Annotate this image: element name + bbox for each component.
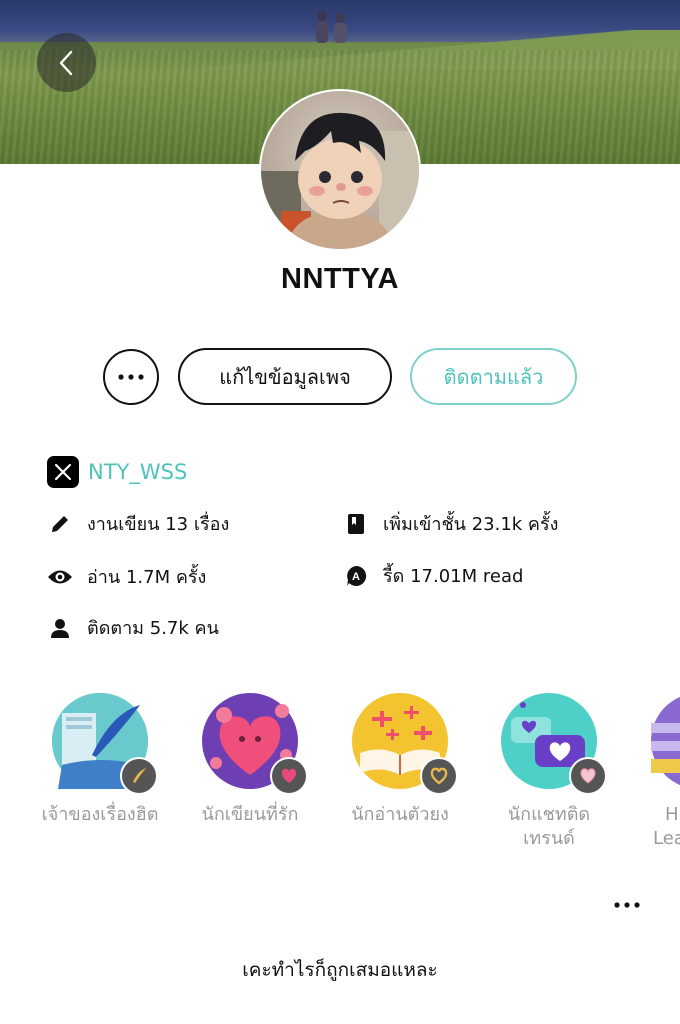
- badge-avid-reader[interactable]: นักอ่านตัวยง: [325, 693, 475, 827]
- book-icon: [343, 511, 369, 537]
- badge-partial-circle: [651, 693, 680, 789]
- badge-beloved-writer-circle: [202, 693, 308, 795]
- badge-hit-owner[interactable]: เจ้าของเรื่องฮิต: [25, 693, 175, 827]
- badge-beloved-writer-mini: [270, 757, 308, 795]
- stat-reads: อ่าน 1.7M ครั้ง: [47, 562, 206, 591]
- person-icon: [47, 615, 73, 641]
- badge-partial-label-line2: Lea: [653, 828, 680, 849]
- badge-trending-chatter-mini: [569, 757, 607, 795]
- x-profile-link[interactable]: NTY_WSS: [47, 456, 187, 488]
- badge-list: เจ้าของเรื่องฮิต นักเขียนที่รัก นักอ่านต…: [0, 693, 680, 863]
- badge-partial-label: H Lea: [603, 803, 680, 851]
- badge-avid-reader-mini: [420, 757, 458, 795]
- badge-partial-label-line1: H: [665, 804, 679, 825]
- badge-hit-owner-label: เจ้าของเรื่องฮิต: [41, 804, 159, 825]
- more-badges-icon[interactable]: [613, 898, 641, 912]
- badge-trending-chatter-circle: [501, 693, 607, 795]
- stat-library-text: เพิ่มเข้าชั้น 23.1k ครั้ง: [383, 514, 559, 535]
- badge-trending-chatter[interactable]: นักแชทติด เทรนด์: [474, 693, 624, 851]
- stat-rid: A รี้ด 17.01M read: [343, 561, 523, 590]
- rid-badge-icon: A: [343, 563, 369, 589]
- stat-reads-text: อ่าน 1.7M ครั้ง: [87, 567, 207, 588]
- badge-avid-reader-circle: [352, 693, 458, 795]
- stat-followers-text: ติดตาม 5.7k คน: [87, 618, 219, 639]
- chevron-left-icon: [59, 50, 72, 75]
- partial-badge-icon: [651, 696, 680, 786]
- profile-bio: เคะทำไรก็ถูกเสมอแหละ: [242, 959, 438, 981]
- stat-works: งานเขียน 13 เรื่อง: [47, 509, 229, 538]
- edit-page-button[interactable]: แก้ไขข้อมูลเพจ: [178, 348, 392, 405]
- username: NNTTYA: [281, 263, 399, 295]
- stat-followers: ติดตาม 5.7k คน: [47, 613, 219, 642]
- badge-beloved-writer[interactable]: นักเขียนที่รัก: [175, 693, 325, 827]
- more-horizontal-icon: [118, 374, 144, 380]
- badge-hit-owner-circle: [52, 693, 158, 795]
- badge-trending-chatter-label: นักแชทติด เทรนด์: [474, 803, 624, 851]
- more-options-button[interactable]: [103, 349, 159, 405]
- x-logo-icon: [47, 456, 79, 488]
- cover-people: [316, 11, 347, 43]
- svg-text:A: A: [352, 571, 360, 583]
- stat-library: เพิ่มเข้าชั้น 23.1k ครั้ง: [343, 509, 558, 538]
- badge-trending-chatter-label-line1: นักแชทติด: [507, 804, 591, 825]
- avatar-image: [261, 91, 419, 249]
- stat-rid-text: รี้ด 17.01M read: [383, 566, 524, 587]
- eye-icon: [47, 564, 73, 590]
- following-button[interactable]: ติดตามแล้ว: [410, 348, 577, 405]
- badge-avid-reader-label: นักอ่านตัวยง: [351, 804, 449, 825]
- avatar[interactable]: [261, 91, 419, 249]
- badge-hit-owner-mini: [120, 757, 158, 795]
- stat-works-text: งานเขียน 13 เรื่อง: [87, 514, 230, 535]
- badge-beloved-writer-label: นักเขียนที่รัก: [201, 804, 299, 825]
- badge-trending-chatter-label-line2: เทรนด์: [523, 828, 575, 849]
- back-button[interactable]: [37, 33, 96, 92]
- badge-partial[interactable]: H Lea: [603, 693, 680, 851]
- pencil-icon: [47, 511, 73, 537]
- x-handle: NTY_WSS: [88, 460, 188, 484]
